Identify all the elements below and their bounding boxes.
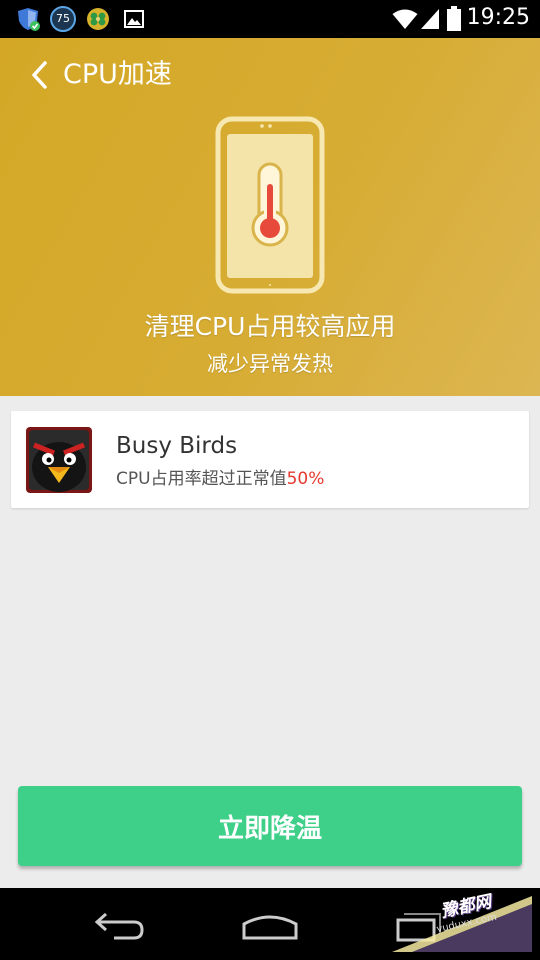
cpu-usage-value: 50% [286,469,325,489]
shield-icon [18,8,40,31]
battery-icon [447,6,461,31]
cool-down-now-button[interactable]: 立即降温 [18,786,522,866]
watermark: 豫都网 yuduxx.com [392,888,532,952]
image-icon [124,10,144,28]
navigation-bar: 豫都网 yuduxx.com [0,888,540,960]
status-bar: 75 19:25 [0,0,540,38]
subheadline: 减少异常发热 [207,352,333,376]
badge-75-icon: 75 [50,6,76,32]
cpu-boost-screen: CPU加速 清理CPU占用较高应用 减少异常发热 Busy Birds CPU占… [0,38,540,888]
headline: 清理CPU占用较高应用 [144,312,396,341]
home-icon[interactable] [240,906,300,942]
signal-icon [421,9,439,29]
wifi-icon [392,9,418,29]
app-cpu-usage-text: CPU占用率超过正常值50% [116,467,324,491]
clover-icon [87,8,109,30]
status-time: 19:25 [466,5,530,30]
header: CPU加速 清理CPU占用较高应用 减少异常发热 [0,38,540,396]
page-title: CPU加速 [63,59,172,90]
cpu-usage-label: CPU占用率超过正常值 [116,469,287,489]
back-arrow-icon[interactable] [24,58,58,92]
back-icon[interactable] [92,906,148,942]
app-name: Busy Birds [116,433,238,459]
phone-thermometer-icon [215,116,325,294]
busy-birds-app-icon [26,427,92,493]
list-item[interactable]: Busy Birds CPU占用率超过正常值50% [11,411,529,508]
